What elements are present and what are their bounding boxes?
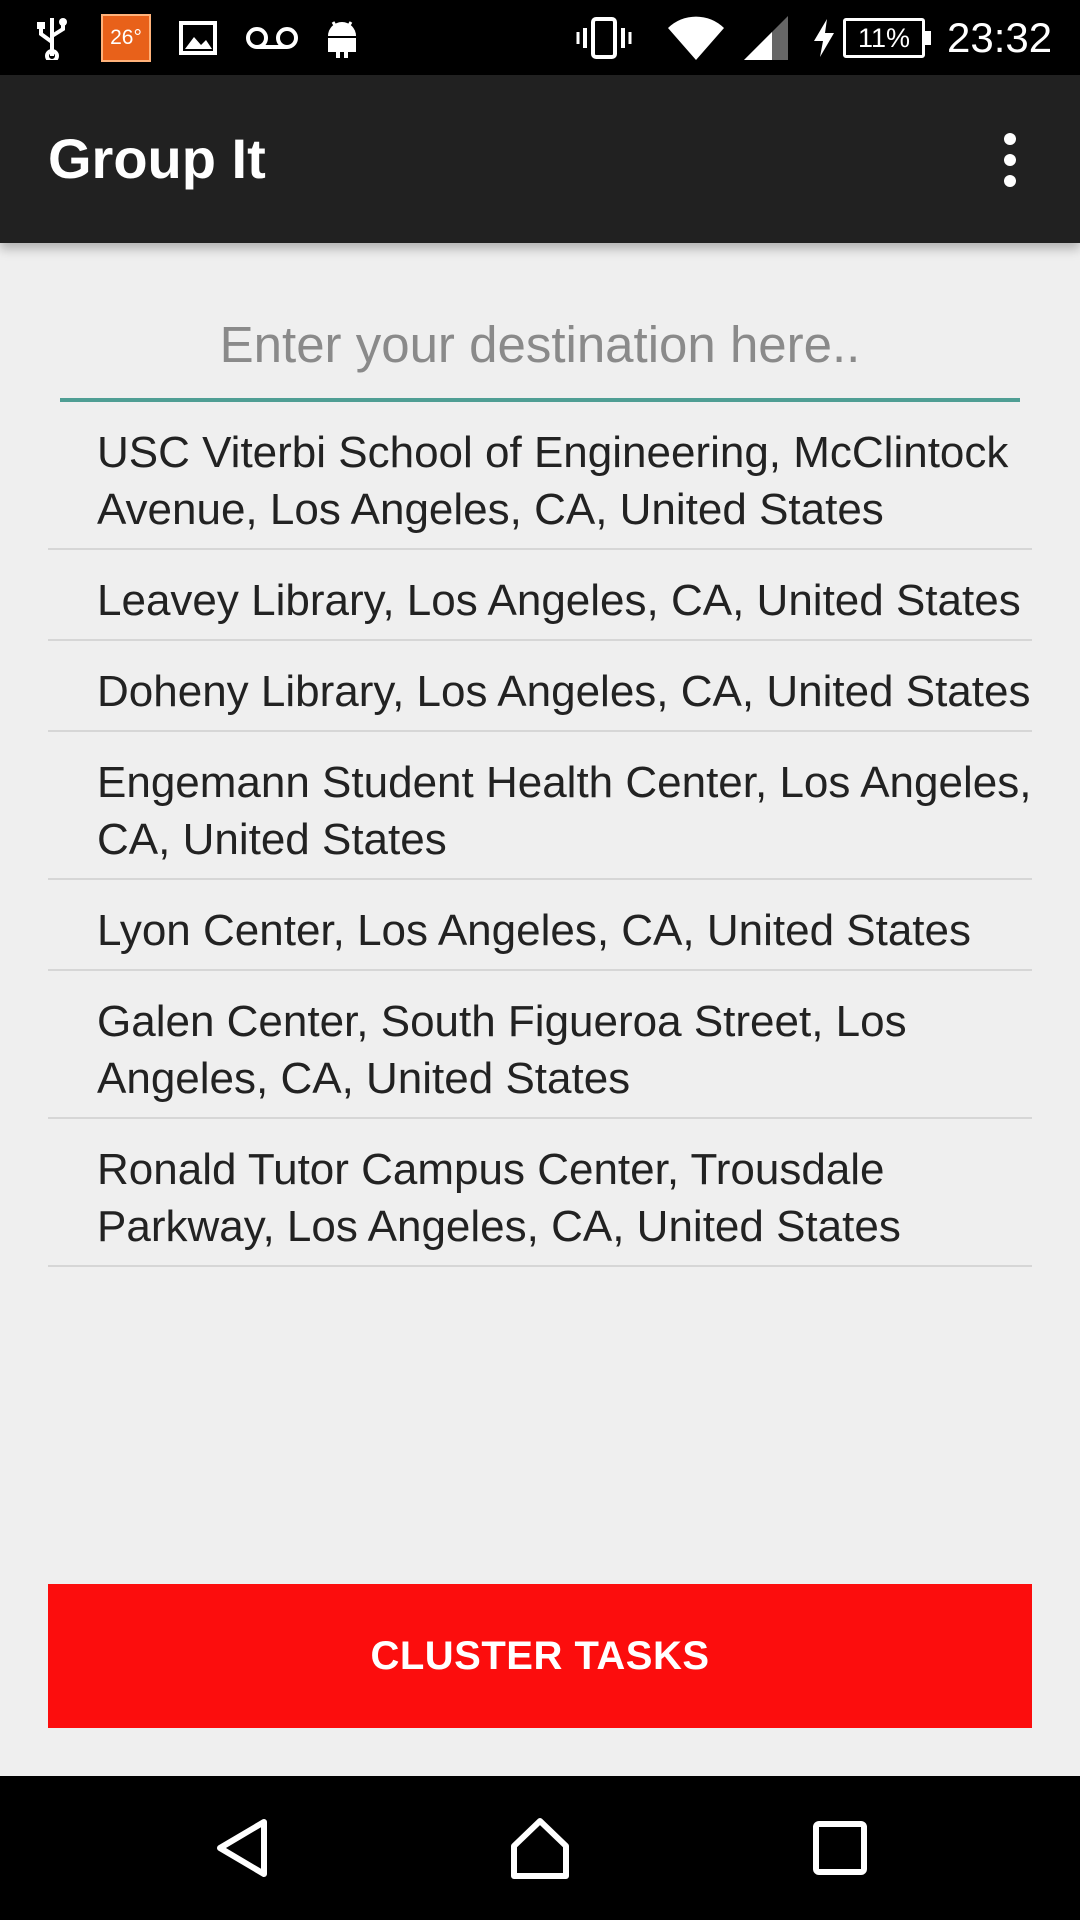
overflow-menu-button[interactable] — [980, 125, 1040, 195]
usb-icon — [30, 0, 74, 75]
place-list-item[interactable]: Lyon Center, Los Angeles, CA, United Sta… — [48, 880, 1032, 971]
wifi-icon — [664, 0, 728, 75]
back-icon — [217, 1819, 267, 1877]
place-list-item[interactable]: Galen Center, South Figueroa Street, Los… — [48, 971, 1032, 1119]
charging-icon — [808, 0, 840, 75]
overflow-menu-icon — [1004, 133, 1016, 145]
home-icon — [511, 1818, 569, 1879]
places-list: USC Viterbi School of Engineering, McCli… — [48, 402, 1032, 1267]
cluster-tasks-button[interactable]: CLUSTER TASKS — [48, 1584, 1032, 1728]
place-list-item[interactable]: Ronald Tutor Campus Center, Trousdale Pa… — [48, 1119, 1032, 1267]
place-list-item[interactable]: Doheny Library, Los Angeles, CA, United … — [48, 641, 1032, 732]
app-bar: Group It — [0, 75, 1080, 243]
image-icon — [176, 0, 220, 75]
navigation-bar — [0, 1776, 1080, 1920]
recents-button[interactable] — [770, 1776, 910, 1920]
temperature-badge: 26° — [101, 14, 151, 62]
destination-input[interactable] — [60, 290, 1020, 402]
back-button[interactable] — [172, 1776, 312, 1920]
clock: 23:32 — [947, 14, 1053, 61]
vibrate-icon — [576, 0, 632, 75]
status-bar: 26° 11% 23:32 — [0, 0, 1080, 75]
home-button[interactable] — [470, 1776, 610, 1920]
android-icon — [322, 0, 362, 75]
battery-icon: 11% — [843, 18, 931, 58]
recents-icon — [813, 1821, 867, 1875]
place-list-item[interactable]: USC Viterbi School of Engineering, McCli… — [48, 402, 1032, 550]
place-list-item[interactable]: Leavey Library, Los Angeles, CA, United … — [48, 550, 1032, 641]
app-title: Group It — [48, 127, 266, 190]
signal-icon — [740, 0, 792, 75]
voicemail-icon — [244, 0, 300, 75]
place-list-item[interactable]: Engemann Student Health Center, Los Ange… — [48, 732, 1032, 880]
